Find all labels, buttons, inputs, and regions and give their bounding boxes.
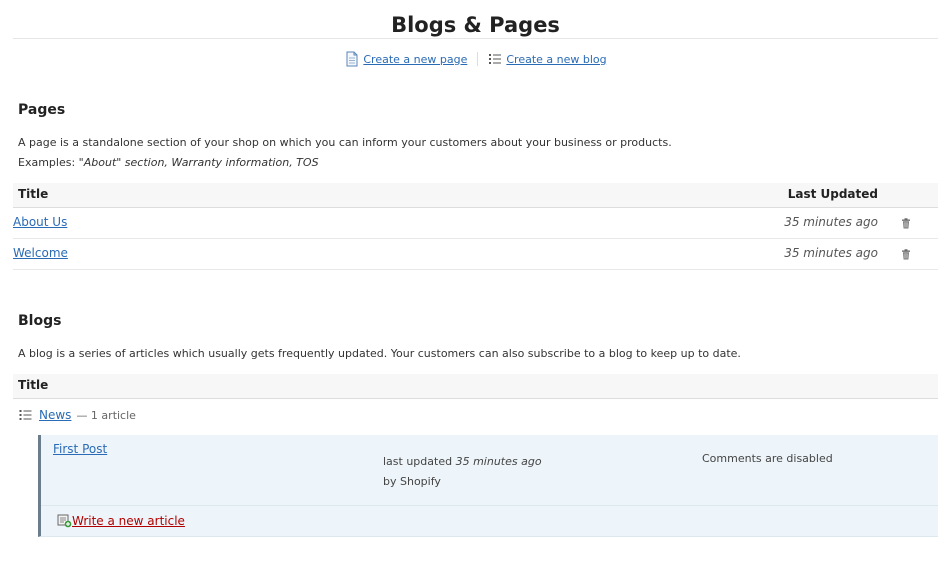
write-article-action[interactable]: Write a new article bbox=[57, 514, 185, 528]
new-article-icon bbox=[57, 514, 72, 528]
comments-status: Comments are disabled bbox=[702, 452, 833, 465]
list-icon bbox=[489, 54, 502, 64]
pages-description-text: A page is a standalone section of your s… bbox=[18, 136, 672, 149]
page-title: Blogs & Pages bbox=[13, 12, 938, 39]
article-meta: last updated 35 minutes ago by Shopify bbox=[383, 452, 542, 492]
column-title: Title bbox=[18, 378, 49, 392]
divider bbox=[477, 52, 479, 66]
pages-table-header: Title Last Updated bbox=[13, 183, 938, 208]
trash-icon[interactable] bbox=[901, 218, 911, 229]
table-row: Welcome 35 minutes ago bbox=[13, 239, 938, 270]
column-last-updated: Last Updated bbox=[787, 187, 878, 201]
page-link-welcome[interactable]: Welcome bbox=[13, 246, 68, 260]
blogs-table-header: Title bbox=[13, 374, 938, 399]
article-link-first-post[interactable]: First Post bbox=[53, 442, 107, 456]
column-title: Title bbox=[18, 187, 49, 201]
write-article-link[interactable]: Write a new article bbox=[72, 514, 185, 528]
list-icon bbox=[19, 410, 32, 420]
article-count: — 1 article bbox=[76, 408, 136, 422]
write-article-strip: Write a new article bbox=[41, 505, 938, 536]
create-page-link[interactable]: Create a new page bbox=[363, 53, 467, 66]
pages-examples: Examples: "About" section, Warranty info… bbox=[18, 153, 672, 173]
blogs-heading: Blogs bbox=[18, 313, 62, 329]
create-blog-link[interactable]: Create a new blog bbox=[506, 53, 606, 66]
article-list: First Post last updated 35 minutes ago b… bbox=[38, 435, 938, 537]
trash-icon[interactable] bbox=[901, 249, 911, 260]
create-blog-action[interactable]: Create a new blog bbox=[488, 52, 607, 66]
blog-link-news[interactable]: News bbox=[39, 408, 71, 422]
last-updated-value: 35 minutes ago bbox=[784, 215, 878, 229]
pages-description: A page is a standalone section of your s… bbox=[18, 133, 672, 173]
table-row: About Us 35 minutes ago bbox=[13, 208, 938, 239]
examples-label: Examples: bbox=[18, 156, 76, 169]
blogs-description: A blog is a series of articles which usu… bbox=[18, 347, 741, 360]
updated-time: 35 minutes ago bbox=[455, 455, 542, 468]
page-icon bbox=[346, 51, 358, 67]
action-links: Create a new page Create a new blog bbox=[0, 50, 952, 68]
page-link-about-us[interactable]: About Us bbox=[13, 215, 67, 229]
updated-prefix: last updated bbox=[383, 455, 453, 468]
pages-heading: Pages bbox=[18, 102, 66, 118]
last-updated-value: 35 minutes ago bbox=[784, 246, 878, 260]
article-author: by Shopify bbox=[383, 475, 441, 488]
create-page-action[interactable]: Create a new page bbox=[345, 51, 467, 67]
examples-text: "About" section, Warranty information, T… bbox=[78, 156, 319, 169]
blog-row-news: News — 1 article bbox=[18, 406, 136, 424]
